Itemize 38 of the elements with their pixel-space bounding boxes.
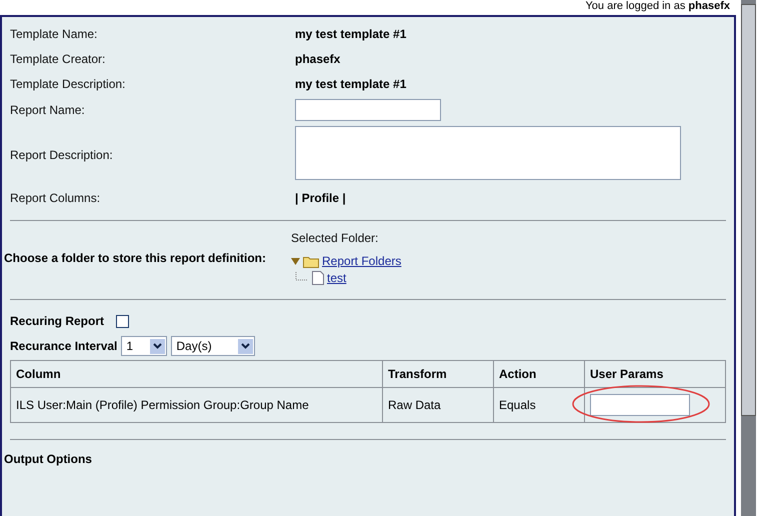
scrollbar[interactable] <box>740 0 756 516</box>
folder-icon <box>303 254 319 268</box>
field-value: my test template #1 <box>295 76 408 90</box>
field-value: phasefx <box>295 52 342 66</box>
recurance-interval-label: Recurance Interval <box>10 339 118 353</box>
field-label: Template Name: <box>10 26 98 40</box>
recurring-report-label: Recuring Report <box>10 314 104 328</box>
selected-folder-label: Selected Folder: <box>291 231 380 245</box>
report-description-field[interactable] <box>295 126 681 180</box>
table-cell: Equals <box>499 398 536 412</box>
recurring-checkbox[interactable] <box>116 314 130 328</box>
output-options-heading: Output Options <box>4 452 93 466</box>
interval-count-select[interactable]: 1 <box>121 336 168 356</box>
table-cell: ILS User:Main (Profile) Permission Group:Group Name <box>16 398 309 412</box>
table-cell: Raw Data <box>388 398 441 412</box>
chevron-down-icon <box>241 343 250 349</box>
user-params-field[interactable] <box>590 394 690 416</box>
field-value: my test template #1 <box>295 26 408 40</box>
folder-link[interactable]: test <box>327 271 346 285</box>
field-label: Template Description: <box>10 76 126 90</box>
login-status: You are logged in as phasefx <box>584 0 731 13</box>
column-header: User Params <box>584 360 726 388</box>
field-label: Report Description: <box>10 148 114 162</box>
field-label: Report Name: <box>10 103 86 117</box>
column-header: Transform <box>382 360 494 388</box>
column-header: Action <box>494 360 584 388</box>
field-value: | Profile | <box>295 190 347 204</box>
chevron-down-icon <box>153 343 162 349</box>
interval-unit-select[interactable]: Day(s) <box>171 336 256 356</box>
field-label: Template Creator: <box>10 52 106 66</box>
report-name-field[interactable] <box>295 99 441 121</box>
folder-link[interactable]: Report Folders <box>322 254 402 268</box>
folder-prompt: Choose a folder to store this report definition: <box>4 251 268 265</box>
document-icon <box>312 271 324 285</box>
field-label: Report Columns: <box>10 190 102 204</box>
scrollbar-thumb[interactable] <box>740 4 756 416</box>
column-header: Column <box>10 360 382 388</box>
expanded-triangle-icon[interactable] <box>291 256 300 266</box>
